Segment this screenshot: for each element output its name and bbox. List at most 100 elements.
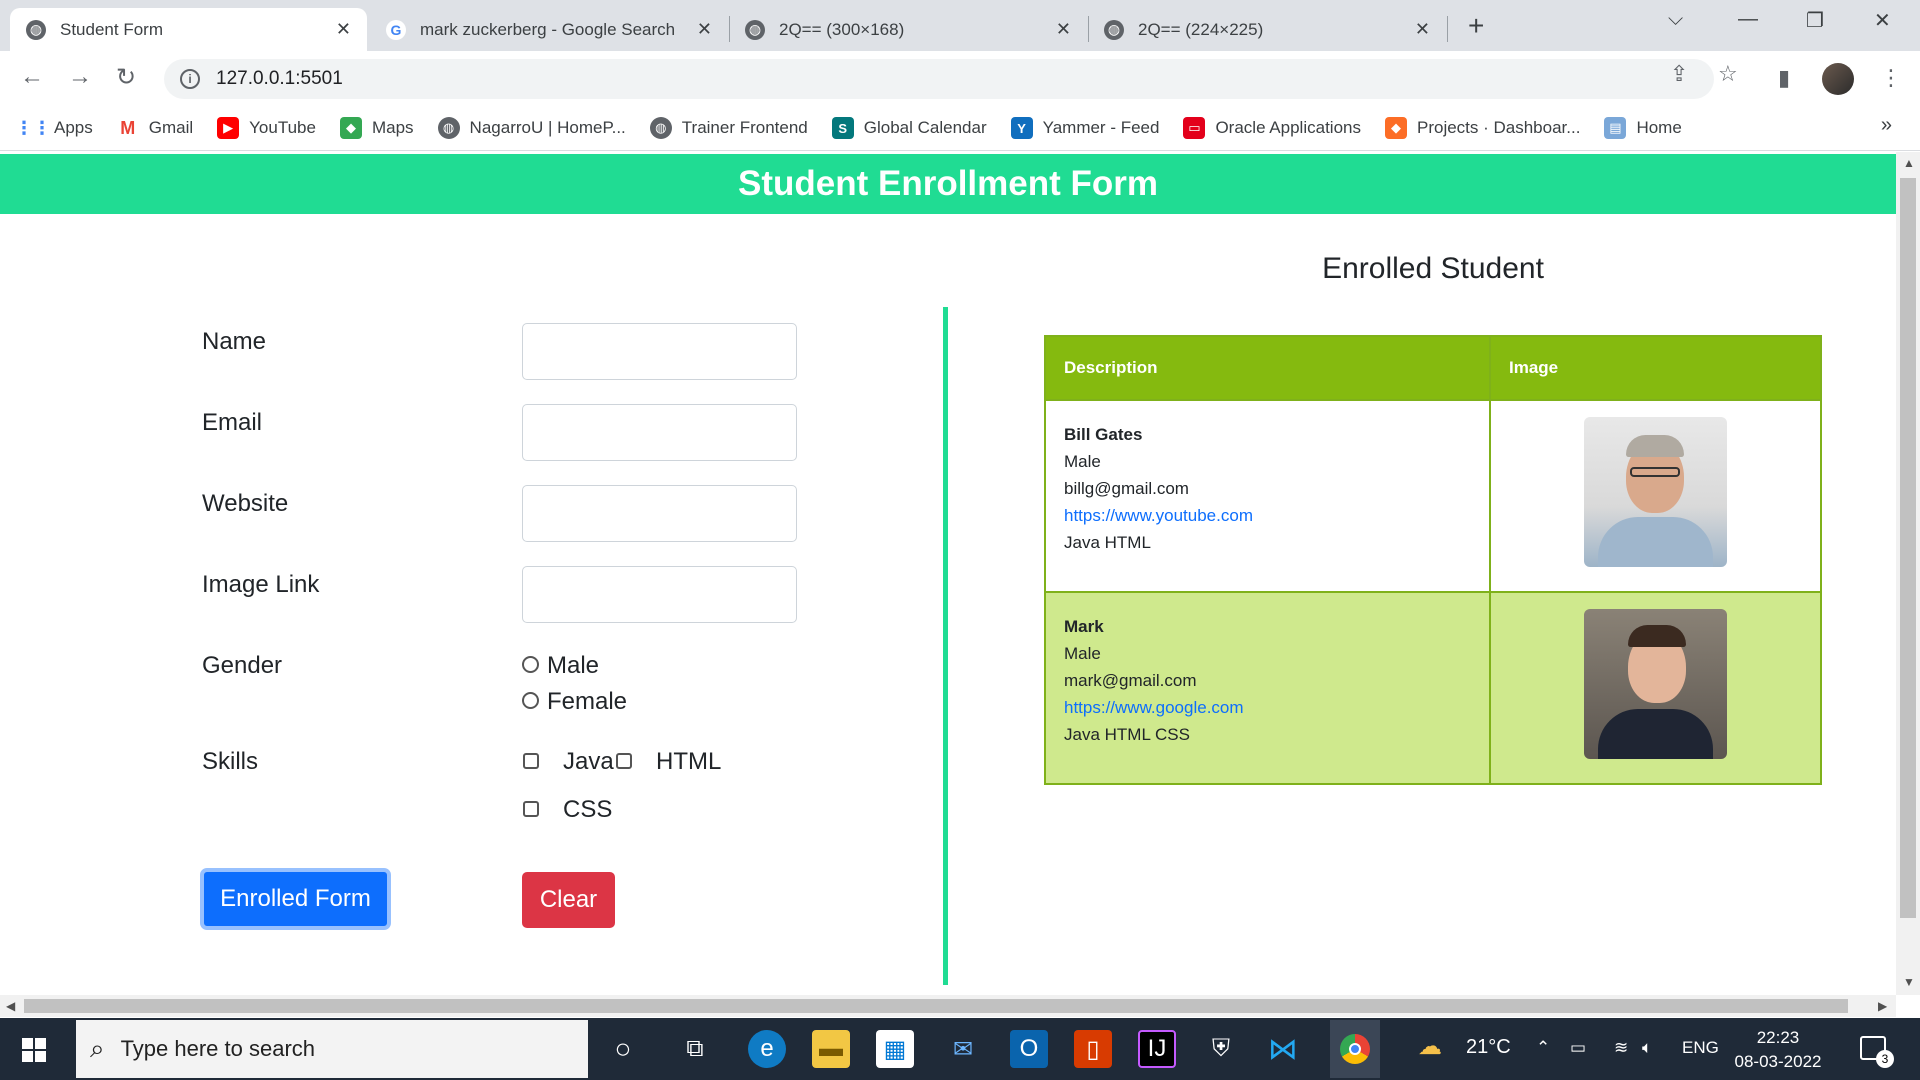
close-tab-icon[interactable]: ✕ <box>1415 19 1430 40</box>
language-indicator[interactable]: ENG <box>1682 1038 1719 1058</box>
wifi-icon[interactable]: ≋ <box>1614 1038 1628 1058</box>
taskbar-clock[interactable]: 22:23 08-03-2022 <box>1718 1026 1838 1074</box>
email-input[interactable] <box>522 404 797 461</box>
student-name: Mark <box>1064 617 1104 636</box>
scroll-down-arrow[interactable]: ▼ <box>1903 975 1915 989</box>
chrome-icon[interactable] <box>1330 1020 1380 1078</box>
close-tab-icon[interactable]: ✕ <box>697 19 712 40</box>
notification-count-badge: 3 <box>1876 1050 1894 1068</box>
description-cell: Mark Male mark@gmail.com https://www.goo… <box>1044 591 1491 785</box>
student-gender: Male <box>1064 644 1101 663</box>
skill-html-checkbox[interactable] <box>616 753 632 769</box>
address-bar[interactable]: i 127.0.0.1:5501 <box>164 59 1714 99</box>
tab-search-icon[interactable]: ⌵ <box>1668 8 1683 31</box>
gender-male-radio[interactable] <box>522 656 539 673</box>
forward-icon[interactable]: → <box>68 63 92 91</box>
name-input[interactable] <box>522 323 797 380</box>
outlook-icon[interactable]: O <box>1010 1030 1048 1068</box>
reload-icon[interactable]: ↻ <box>116 63 136 92</box>
skill-css-checkbox[interactable] <box>523 801 539 817</box>
file-explorer-icon[interactable]: ▬ <box>812 1030 850 1068</box>
bookmark-apps[interactable]: ⋮⋮ Apps <box>15 117 93 139</box>
share-icon[interactable]: ⇪ <box>1670 61 1688 87</box>
bookmark-projects[interactable]: ◆ Projects · Dashboar... <box>1384 117 1580 139</box>
bookmark-nagarrou[interactable]: ◍ NagarroU | HomeP... <box>437 117 626 139</box>
enrolled-table-title: Enrolled Student <box>1322 252 1544 285</box>
skill-java-checkbox[interactable] <box>523 753 539 769</box>
gender-female-label: Female <box>547 688 628 715</box>
bookmark-label: Maps <box>371 118 414 137</box>
intellij-icon[interactable]: IJ <box>1138 1030 1176 1068</box>
windows-taskbar: ⌕ Type here to search ○ ⧉ e ▬ ▦ ✉ O ▯ IJ… <box>0 1018 1920 1080</box>
windows-start-icon[interactable] <box>22 1038 46 1062</box>
student-email: billg@gmail.com <box>1064 479 1189 498</box>
tab-image-1[interactable]: ◍ 2Q== (300×168) ✕ <box>729 8 1087 51</box>
close-window-button[interactable]: ✕ <box>1874 8 1891 33</box>
bookmark-label: NagarroU | HomeP... <box>469 118 626 137</box>
restore-button[interactable]: ❐ <box>1806 8 1824 33</box>
scroll-right-arrow[interactable]: ▶ <box>1878 999 1887 1013</box>
clear-button[interactable]: Clear <box>522 872 615 928</box>
image-link-input[interactable] <box>522 566 797 623</box>
bookmark-maps[interactable]: ◆ Maps <box>339 117 414 139</box>
tab-google-search[interactable]: G mark zuckerberg - Google Search ✕ <box>370 8 728 51</box>
student-website-link[interactable]: https://www.youtube.com <box>1064 502 1471 529</box>
tab-image-2[interactable]: ◍ 2Q== (224×225) ✕ <box>1088 8 1446 51</box>
store-icon[interactable]: ▦ <box>876 1030 914 1068</box>
side-panel-icon[interactable]: ▮ <box>1778 65 1790 91</box>
url-text[interactable]: 127.0.0.1:5501 <box>216 68 343 90</box>
minimize-button[interactable]: — <box>1738 8 1758 31</box>
tab-title: 2Q== (300×168) <box>779 19 905 39</box>
bookmark-home[interactable]: ▤ Home <box>1604 117 1682 139</box>
bookmarks-overflow-icon[interactable]: » <box>1881 114 1892 137</box>
website-input[interactable] <box>522 485 797 542</box>
tab-title: 2Q== (224×225) <box>1138 19 1264 39</box>
notifications-icon[interactable]: 3 <box>1860 1036 1894 1068</box>
email-label: Email <box>202 409 263 436</box>
clock-time: 22:23 <box>1756 1028 1800 1047</box>
vertical-scrollbar[interactable]: ▲ ▼ <box>1896 152 1920 995</box>
bookmark-label: Global Calendar <box>863 118 987 137</box>
bookmark-trainer-frontend[interactable]: ◍ Trainer Frontend <box>649 117 808 139</box>
globe-icon: ◍ <box>649 117 672 139</box>
hidden-icons-chevron-icon[interactable]: ⌃ <box>1536 1038 1550 1058</box>
scroll-left-arrow[interactable]: ◀ <box>6 999 15 1013</box>
edge-icon[interactable]: e <box>748 1030 786 1068</box>
menu-icon[interactable]: ⋮ <box>1880 65 1902 91</box>
profile-avatar[interactable] <box>1822 63 1854 95</box>
close-tab-icon[interactable]: ✕ <box>336 19 351 40</box>
cortana-icon[interactable]: ○ <box>604 1030 642 1068</box>
gender-female-radio[interactable] <box>522 692 539 709</box>
battery-icon[interactable]: ▭ <box>1570 1038 1586 1058</box>
globe-icon: ◍ <box>745 19 765 40</box>
office-icon[interactable]: ▯ <box>1074 1030 1112 1068</box>
temperature[interactable]: 21°C <box>1466 1036 1511 1059</box>
new-tab-button[interactable]: + <box>1468 10 1484 42</box>
bookmark-gmail[interactable]: M Gmail <box>116 117 193 139</box>
vscode-icon[interactable]: ⋈ <box>1264 1030 1302 1068</box>
volume-icon[interactable]: 🔈︎ <box>1642 1038 1652 1058</box>
bookmark-star-icon[interactable]: ☆ <box>1718 61 1738 87</box>
bookmark-yammer[interactable]: Y Yammer - Feed <box>1010 117 1159 139</box>
enrolled-form-button[interactable]: Enrolled Form <box>200 868 391 930</box>
bookmark-oracle[interactable]: ▭ Oracle Applications <box>1183 117 1361 139</box>
horizontal-scroll-thumb[interactable] <box>24 999 1848 1013</box>
bookmark-youtube[interactable]: ▶ YouTube <box>217 117 316 139</box>
student-website-link[interactable]: https://www.google.com <box>1064 694 1471 721</box>
student-email: mark@gmail.com <box>1064 671 1197 690</box>
globe-icon: ◍ <box>1104 19 1124 40</box>
close-tab-icon[interactable]: ✕ <box>1056 19 1071 40</box>
site-info-icon[interactable]: i <box>180 69 200 89</box>
horizontal-scrollbar[interactable]: ◀ ▶ <box>0 995 1896 1017</box>
scroll-up-arrow[interactable]: ▲ <box>1903 156 1915 170</box>
back-icon[interactable]: ← <box>20 63 44 91</box>
vertical-scroll-thumb[interactable] <box>1900 178 1916 918</box>
task-view-icon[interactable]: ⧉ <box>676 1030 714 1068</box>
taskbar-search-box[interactable]: ⌕ Type here to search <box>76 1020 588 1078</box>
bookmark-global-calendar[interactable]: S Global Calendar <box>831 117 987 139</box>
description-cell: Bill Gates Male billg@gmail.com https://… <box>1044 399 1491 593</box>
tab-student-form[interactable]: ◍ Student Form ✕ <box>10 8 367 51</box>
security-shield-icon[interactable]: ⛨ <box>1202 1030 1240 1068</box>
mail-icon[interactable]: ✉ <box>944 1030 982 1068</box>
weather-icon[interactable]: ☁ <box>1418 1032 1442 1061</box>
